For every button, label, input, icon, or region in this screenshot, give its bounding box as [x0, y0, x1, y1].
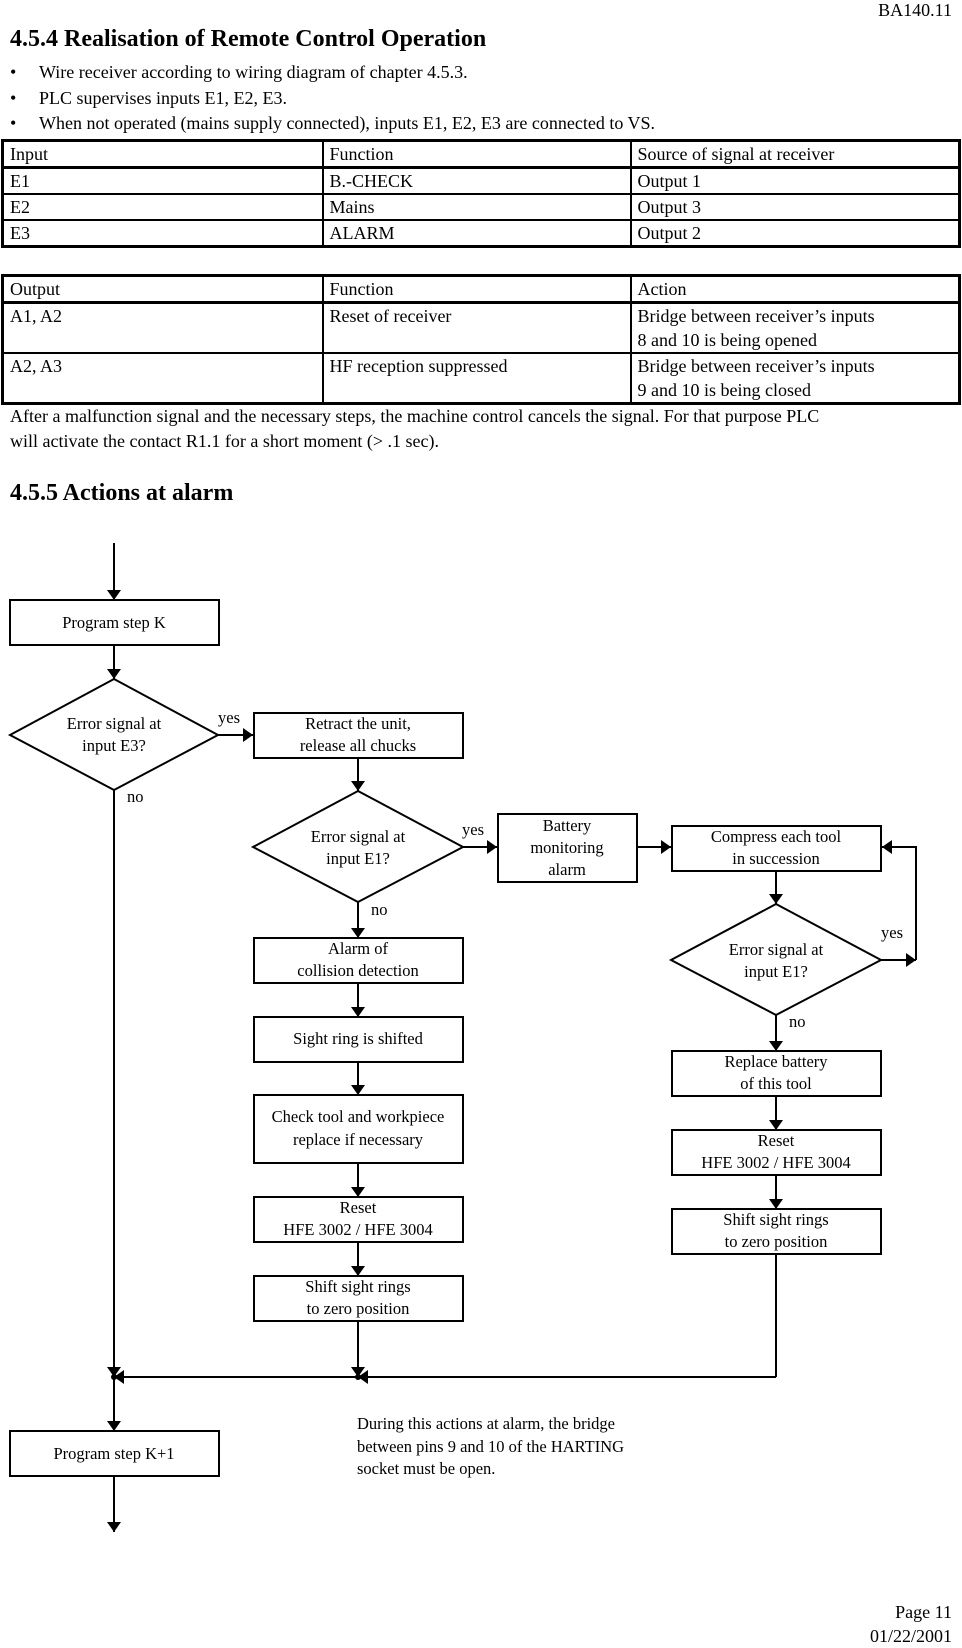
bullet-item: When not operated (mains supply connecte…	[10, 111, 655, 137]
box-label: Sight ring is shifted	[293, 1029, 423, 1048]
cell-line: Bridge between receiver’s inputs	[637, 306, 875, 326]
decision-label: Error signal at	[311, 827, 406, 846]
column-header: Action	[629, 274, 961, 304]
yes-label: yes	[218, 708, 240, 727]
table-cell: Output 3	[629, 193, 961, 221]
table-cell: Bridge between receiver’s inputs 9 and 10…	[629, 352, 961, 405]
box-label: Shift sight rings	[723, 1210, 828, 1229]
loop-back-line	[882, 840, 917, 960]
box-label: Battery	[543, 816, 592, 835]
no-label: no	[127, 787, 144, 806]
note-line: between pins 9 and 10 of the HARTING	[357, 1436, 625, 1456]
table-cell: A2, A3	[1, 352, 324, 405]
yes-label: yes	[462, 820, 484, 839]
section-title-4-5-4: 4.5.4 Realisation of Remote Control Oper…	[10, 26, 487, 52]
flowchart: Program step K Error signal at input E3?…	[7, 543, 917, 1532]
page-footer: Page 11 01/22/2001	[870, 1600, 952, 1648]
decision-label: input E1?	[744, 962, 808, 981]
table-cell: B.-CHECK	[321, 166, 632, 195]
page-date: 01/22/2001	[869, 1626, 952, 1646]
box-label: to zero position	[307, 1299, 410, 1318]
column-header: Output	[1, 274, 324, 304]
table-cell: HF reception suppressed	[321, 352, 632, 405]
table-cell: ALARM	[321, 219, 632, 248]
table-header-row: Input Function Source of signal at recei…	[1, 139, 961, 169]
table-row: E1 B.-CHECK Output 1	[1, 166, 961, 195]
table-row: A2, A3 HF reception suppressed Bridge be…	[1, 352, 961, 405]
table-cell: E1	[1, 166, 324, 195]
no-label: no	[371, 900, 388, 919]
box-label: to zero position	[725, 1232, 828, 1251]
table-row: E2 Mains Output 3	[1, 193, 961, 221]
table-cell: Mains	[321, 193, 632, 221]
box-label: collision detection	[297, 961, 418, 980]
box-label: release all chucks	[300, 736, 416, 755]
table-cell: E3	[1, 219, 324, 248]
table-cell: Reset of receiver	[321, 301, 632, 354]
yes-label: yes	[881, 923, 903, 942]
box-label: HFE 3002 / HFE 3004	[701, 1153, 850, 1172]
column-header: Input	[1, 139, 324, 169]
box-label: Program step K	[62, 613, 166, 632]
process-box-check-tool	[253, 1094, 464, 1164]
table-cell: Bridge between receiver’s inputs 8 and 10…	[629, 301, 961, 354]
box-label: Retract the unit,	[305, 714, 411, 733]
bullet-item: Wire receiver according to wiring diagra…	[10, 60, 655, 86]
paragraph: After a malfunction signal and the neces…	[10, 404, 955, 454]
note-line: socket must be open.	[357, 1459, 496, 1478]
cell-line: 8 and 10 is being opened	[637, 330, 817, 350]
table-cell: Output 1	[629, 166, 961, 195]
table-row: A1, A2 Reset of receiver Bridge between …	[1, 301, 961, 354]
junction-dot	[355, 1374, 361, 1380]
decision-label: Error signal at	[729, 940, 824, 959]
page-number: Page 11	[895, 1602, 952, 1622]
box-label: Compress each tool	[711, 827, 842, 846]
document-id: BA140.11	[878, 0, 952, 20]
cell-line: Bridge between receiver’s inputs	[637, 356, 875, 376]
box-label: of this tool	[740, 1074, 812, 1093]
decision-e3	[7, 677, 221, 792]
table-header-row: Output Function Action	[1, 274, 961, 304]
cell-line: 9 and 10 is being closed	[637, 380, 811, 400]
decision-label: input E3?	[82, 736, 146, 755]
outputs-table: Output Function Action A1, A2 Reset of r…	[1, 274, 961, 405]
box-label: replace if necessary	[293, 1130, 424, 1149]
section-title-4-5-5: 4.5.5 Actions at alarm	[10, 480, 234, 506]
decision-label: Error signal at	[67, 714, 162, 733]
column-header: Source of signal at receiver	[629, 139, 961, 169]
table-cell: A1, A2	[1, 301, 324, 354]
box-label: Check tool and workpiece	[272, 1107, 445, 1126]
box-label: HFE 3002 / HFE 3004	[283, 1220, 432, 1239]
bullet-list: Wire receiver according to wiring diagra…	[10, 60, 655, 137]
alarm-note: During this actions at alarm, the bridge…	[357, 1413, 624, 1481]
decision-e1-right	[668, 902, 884, 1017]
no-label: no	[789, 1012, 806, 1031]
box-label: Alarm of	[328, 939, 389, 958]
table-row: E3 ALARM Output 2	[1, 219, 961, 248]
paragraph-line: will activate the contact R1.1 for a sho…	[10, 431, 440, 451]
decision-label: input E1?	[326, 849, 390, 868]
junction-dot	[111, 1374, 117, 1380]
decision-e1-left	[250, 789, 466, 904]
column-header: Function	[321, 274, 632, 304]
note-line: During this actions at alarm, the bridge	[357, 1414, 615, 1433]
box-label: Reset	[340, 1198, 377, 1217]
table-cell: E2	[1, 193, 324, 221]
box-label: Shift sight rings	[305, 1277, 410, 1296]
table-cell: Output 2	[629, 219, 961, 248]
box-label: Replace battery	[724, 1052, 828, 1071]
box-label: alarm	[548, 860, 586, 879]
inputs-table: Input Function Source of signal at recei…	[1, 139, 961, 248]
box-label: Reset	[758, 1131, 795, 1150]
column-header: Function	[321, 139, 632, 169]
box-label: monitoring	[530, 838, 603, 857]
box-label: in succession	[732, 849, 820, 868]
box-label: Program step K+1	[53, 1444, 174, 1463]
bullet-item: PLC supervises inputs E1, E2, E3.	[10, 86, 655, 112]
paragraph-line: After a malfunction signal and the neces…	[10, 406, 820, 426]
